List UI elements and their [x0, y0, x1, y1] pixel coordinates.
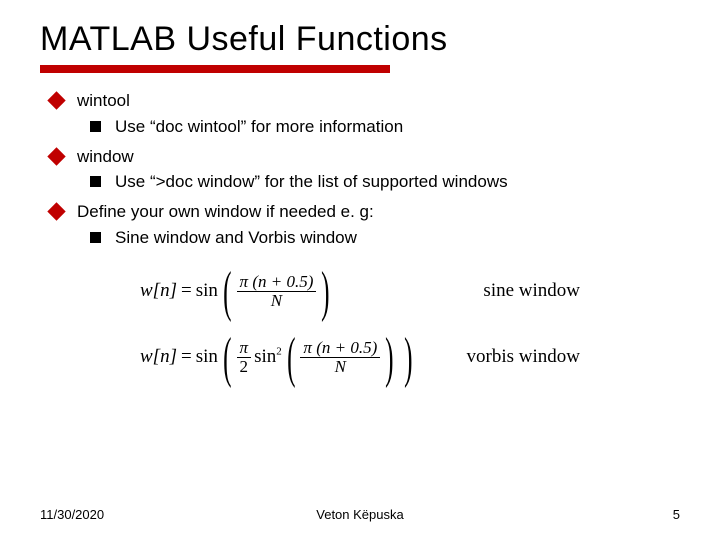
right-paren-icon: ) — [321, 264, 329, 320]
slide: MATLAB Useful Functions wintool Use “doc… — [0, 0, 720, 540]
diamond-icon — [47, 147, 65, 165]
footer-date: 11/30/2020 — [40, 507, 104, 522]
footer-page-number: 5 — [673, 507, 680, 522]
subbullet-wintool-doc: Use “doc wintool” for more information — [90, 115, 680, 139]
left-paren-icon: ( — [223, 264, 231, 320]
square-icon — [90, 232, 101, 243]
equation-label: vorbis window — [467, 344, 580, 371]
sin-function: sin — [196, 344, 218, 371]
fraction: π (n + 0.5) N — [300, 339, 380, 377]
fraction: π (n + 0.5) N — [237, 273, 317, 311]
content-area: wintool Use “doc wintool” for more infor… — [40, 89, 680, 386]
bullet-text: Use “>doc window” for the list of suppor… — [115, 170, 508, 194]
equation-sine-window: w[n] = sin ( π (n + 0.5) N ) sine window — [140, 264, 580, 320]
equation-left: w[n] = sin ( π (n + 0.5) N ) — [140, 264, 335, 320]
equation-label: sine window — [483, 278, 580, 305]
equals-sign: = — [181, 278, 192, 305]
subbullet-window-doc: Use “>doc window” for the list of suppor… — [90, 170, 680, 194]
bullet-text: Sine window and Vorbis window — [115, 226, 357, 250]
slide-title: MATLAB Useful Functions — [40, 20, 680, 59]
bullet-text: window — [77, 145, 134, 169]
diamond-icon — [47, 202, 65, 220]
left-paren-icon: ( — [287, 330, 295, 386]
bullet-define-own: Define your own window if needed e. g: — [50, 200, 680, 224]
subbullet-sine-vorbis: Sine window and Vorbis window — [90, 226, 680, 250]
diamond-icon — [47, 91, 65, 109]
bullet-window: window — [50, 145, 680, 169]
square-icon — [90, 176, 101, 187]
equation-left: w[n] = sin ( π 2 sin2 ( π (n + 0.5) N — [140, 330, 418, 386]
wn-symbol: w[n] — [140, 278, 177, 305]
formula-block: w[n] = sin ( π (n + 0.5) N ) sine window… — [140, 264, 580, 386]
wn-symbol: w[n] — [140, 344, 177, 371]
bullet-wintool: wintool — [50, 89, 680, 113]
right-paren-icon: ) — [385, 330, 393, 386]
equals-sign: = — [181, 344, 192, 371]
bullet-text: wintool — [77, 89, 130, 113]
bullet-text: Define your own window if needed e. g: — [77, 200, 374, 224]
equation-vorbis-window: w[n] = sin ( π 2 sin2 ( π (n + 0.5) N — [140, 330, 580, 386]
left-paren-icon: ( — [223, 330, 231, 386]
sin-function: sin — [196, 278, 218, 305]
square-icon — [90, 121, 101, 132]
fraction-pi-2: π 2 — [237, 339, 252, 377]
footer: 11/30/2020 Veton Këpuska 5 — [40, 507, 680, 522]
sin-squared: sin2 — [254, 344, 282, 371]
title-underline — [40, 65, 390, 73]
right-paren-icon: ) — [404, 330, 412, 386]
bullet-text: Use “doc wintool” for more information — [115, 115, 403, 139]
footer-author: Veton Këpuska — [316, 507, 403, 522]
